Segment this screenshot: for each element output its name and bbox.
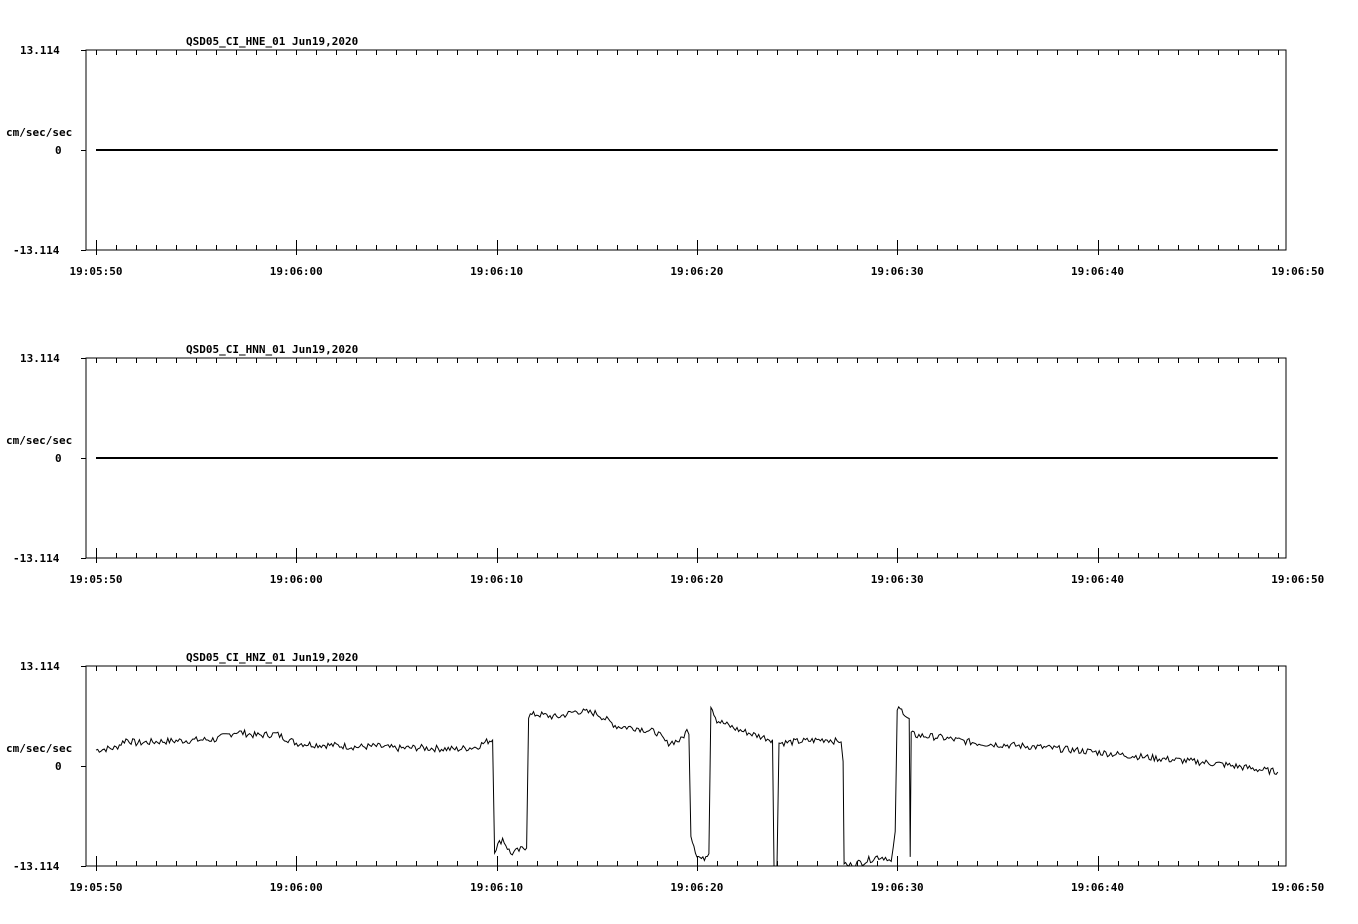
y-axis-label: cm/sec/sec <box>6 434 72 447</box>
panel-title: QSD05_CI_HNZ_01 Jun19,2020 <box>186 651 358 664</box>
y-tick-label: 0 <box>55 760 62 773</box>
seismogram-chart: QSD05_CI_HNE_01 Jun19,2020 cm/sec/sec 13.1… <box>6 35 1324 894</box>
plot-frame <box>85 665 1287 867</box>
x-tick-label: 19:06:30 <box>871 265 924 278</box>
x-tick-label: 19:06:40 <box>1071 881 1124 894</box>
y-tick-label: 13.114 <box>20 44 60 57</box>
x-tick-label: 19:06:50 <box>1271 573 1324 586</box>
x-tick-label: 19:05:50 <box>70 881 123 894</box>
x-tick-label: 19:05:50 <box>70 573 123 586</box>
panel-1: QSD05_CI_HNE_01 Jun19,2020 cm/sec/sec 13.1… <box>6 35 1324 278</box>
x-tick-label: 19:06:20 <box>670 881 723 894</box>
x-tick-label: 19:06:10 <box>470 881 523 894</box>
x-tick-label: 19:06:30 <box>871 573 924 586</box>
x-tick-label: 19:06:20 <box>670 573 723 586</box>
y-tick-label: 0 <box>55 452 62 465</box>
y-tick-label: 13.114 <box>20 660 60 673</box>
x-tick-label: 19:06:00 <box>270 573 323 586</box>
y-tick-label: -13.114 <box>13 552 60 565</box>
x-tick-label: 19:06:00 <box>270 881 323 894</box>
x-tick-label: 19:06:40 <box>1071 265 1124 278</box>
panel-title: QSD05_CI_HNE_01 Jun19,2020 <box>186 35 358 48</box>
x-tick-label: 19:06:00 <box>270 265 323 278</box>
panel-title: QSD05_CI_HNN_01 Jun19,2020 <box>186 343 358 356</box>
x-tick-label: 19:06:30 <box>871 881 924 894</box>
x-tick-label: 19:06:10 <box>470 573 523 586</box>
x-tick-label: 19:06:50 <box>1271 881 1324 894</box>
y-tick-label: -13.114 <box>13 860 60 873</box>
y-tick-label: 13.114 <box>20 352 60 365</box>
x-tick-label: 19:05:50 <box>70 265 123 278</box>
x-tick-label: 19:06:20 <box>670 265 723 278</box>
y-tick-label: 0 <box>55 144 62 157</box>
panel-2: QSD05_CI_HNN_01 Jun19,2020 cm/sec/sec 13.1… <box>6 343 1324 586</box>
x-tick-label: 19:06:40 <box>1071 573 1124 586</box>
x-tick-label: 19:06:10 <box>470 265 523 278</box>
panel-3: QSD05_CI_HNZ_01 Jun19,2020 cm/sec/sec 13.1… <box>6 651 1324 894</box>
y-axis-label: cm/sec/sec <box>6 126 72 139</box>
y-tick-label: -13.114 <box>13 244 60 257</box>
y-axis-label: cm/sec/sec <box>6 742 72 755</box>
x-tick-label: 19:06:50 <box>1271 265 1324 278</box>
trace-line <box>95 705 1279 867</box>
